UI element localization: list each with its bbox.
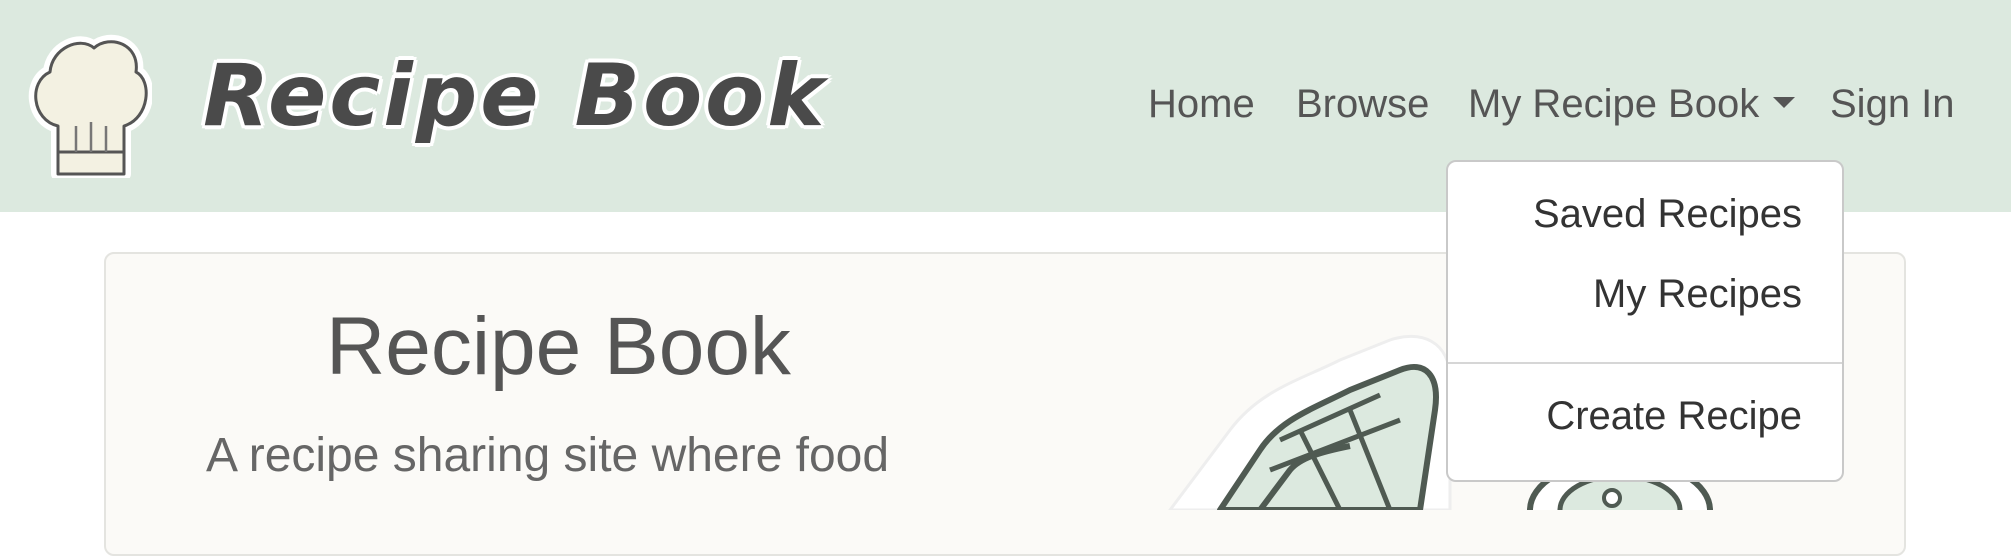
nav-my-recipe-book-label: My Recipe Book	[1468, 82, 1760, 126]
nav-browse[interactable]: Browse	[1296, 76, 1429, 132]
hero-title: Recipe Book	[326, 301, 791, 392]
nav-links: Home Browse My Recipe Book Sign In	[0, 76, 2011, 136]
my-recipe-book-dropdown-menu: Saved Recipes My Recipes Create Recipe	[1446, 160, 1844, 482]
nav-sign-in[interactable]: Sign In	[1830, 76, 1955, 132]
dropdown-divider	[1448, 362, 1842, 364]
dropdown-item-create-recipe[interactable]: Create Recipe	[1546, 394, 1802, 439]
dropdown-item-my-recipes[interactable]: My Recipes	[1593, 272, 1802, 317]
nav-my-recipe-book[interactable]: My Recipe Book	[1468, 76, 1796, 132]
caret-down-icon	[1773, 96, 1796, 108]
nav-home[interactable]: Home	[1148, 76, 1255, 132]
hero-subtitle: A recipe sharing site where food	[206, 429, 890, 482]
dropdown-item-saved-recipes[interactable]: Saved Recipes	[1533, 192, 1802, 237]
